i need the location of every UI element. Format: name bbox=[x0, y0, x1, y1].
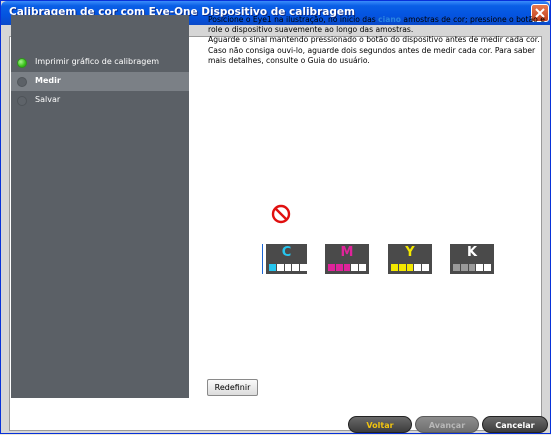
step-label: Imprimir gráfico de calibragem bbox=[35, 57, 160, 66]
step-sidebar: Imprimir gráfico de calibragem Medir Sal… bbox=[11, 15, 189, 398]
swatch-black: K bbox=[450, 244, 494, 274]
no-entry-icon bbox=[271, 204, 291, 224]
swatch-yellow: Y bbox=[388, 244, 432, 274]
next-button[interactable]: Avançar bbox=[415, 416, 479, 433]
swatch-magenta: M bbox=[325, 244, 369, 274]
step-print-chart: Imprimir gráfico de calibragem bbox=[11, 53, 189, 72]
cancel-button[interactable]: Cancelar bbox=[482, 416, 548, 433]
swatch-cyan: C bbox=[263, 244, 307, 274]
color-highlight: ciano bbox=[378, 15, 401, 24]
dialog-window: Calibragem de cor com Eye-One Dispositiv… bbox=[0, 0, 551, 434]
step-label: Salvar bbox=[35, 95, 61, 104]
step-measure: Medir bbox=[11, 72, 189, 91]
back-button[interactable]: Voltar bbox=[348, 416, 412, 433]
step-pending-icon bbox=[17, 96, 27, 106]
reset-button[interactable]: Redefinir bbox=[207, 379, 258, 396]
step-complete-icon bbox=[17, 58, 27, 68]
step-label: Medir bbox=[35, 76, 61, 85]
instruction-paragraph-2: Aguarde o sinal mantendo pressionado o b… bbox=[208, 35, 540, 65]
instructions-text: Posicione o Eye1 na ilustração, no iníci… bbox=[208, 15, 548, 66]
footer-bar: Voltar Avançar Cancelar bbox=[1, 415, 550, 435]
instruction-paragraph-1: Posicione o Eye1 na ilustração, no iníci… bbox=[208, 15, 545, 35]
step-current-icon bbox=[17, 77, 27, 87]
step-save: Salvar bbox=[11, 91, 189, 110]
